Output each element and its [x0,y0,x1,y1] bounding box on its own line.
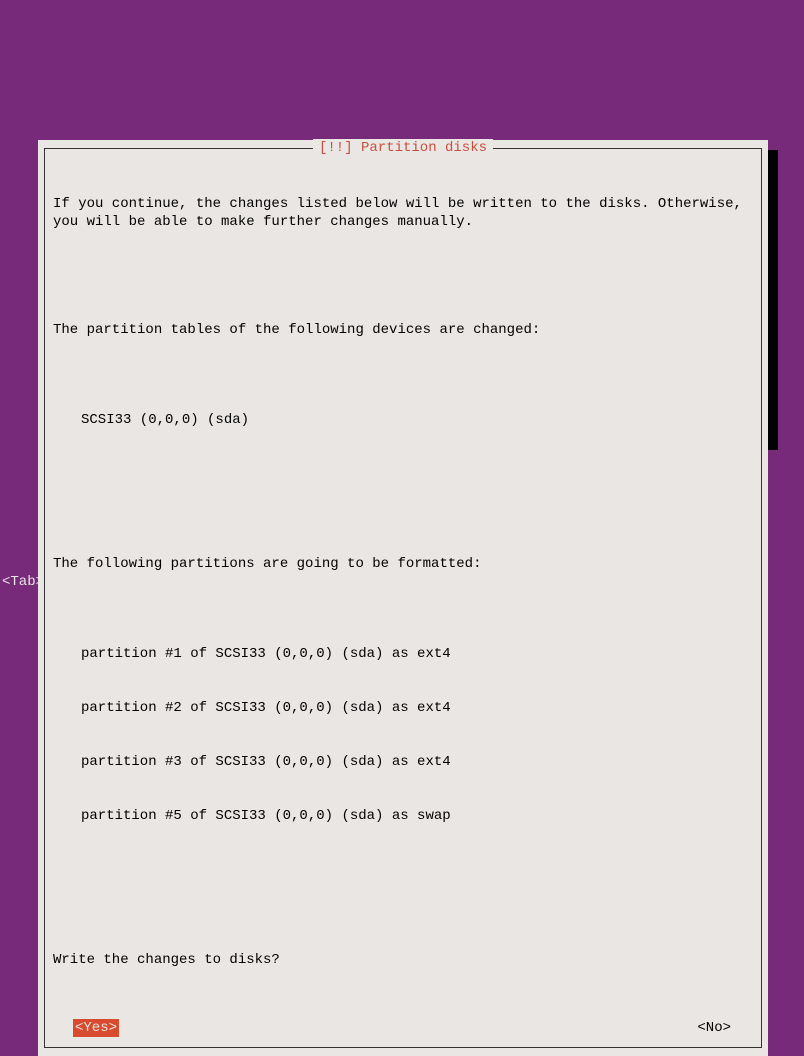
yes-button[interactable]: <Yes> [73,1019,119,1037]
format-entry: partition #1 of SCSI33 (0,0,0) (sda) as … [81,645,753,663]
dialog: [!!] Partition disks If you continue, th… [38,140,768,1056]
question-text: Write the changes to disks? [53,951,753,969]
table-entry: SCSI33 (0,0,0) (sda) [81,411,753,429]
format-entry: partition #5 of SCSI33 (0,0,0) (sda) as … [81,807,753,825]
format-entry: partition #3 of SCSI33 (0,0,0) (sda) as … [81,753,753,771]
spacer [53,897,753,915]
format-list: partition #1 of SCSI33 (0,0,0) (sda) as … [53,609,753,861]
spacer [53,267,753,285]
spacer [53,501,753,519]
help-bar: <Tab> moves; <Space> selects; <Enter> ac… [2,573,464,591]
format-entry: partition #2 of SCSI33 (0,0,0) (sda) as … [81,699,753,717]
button-row: <Yes> <No> [53,1019,753,1037]
no-button[interactable]: <No> [695,1019,733,1037]
dialog-title: [!!] Partition disks [313,139,493,157]
format-heading: The following partitions are going to be… [53,555,753,573]
dialog-inner: [!!] Partition disks If you continue, th… [44,148,762,1048]
intro-text: If you continue, the changes listed belo… [53,195,753,231]
tables-heading: The partition tables of the following de… [53,321,753,339]
tables-list: SCSI33 (0,0,0) (sda) [53,375,753,465]
